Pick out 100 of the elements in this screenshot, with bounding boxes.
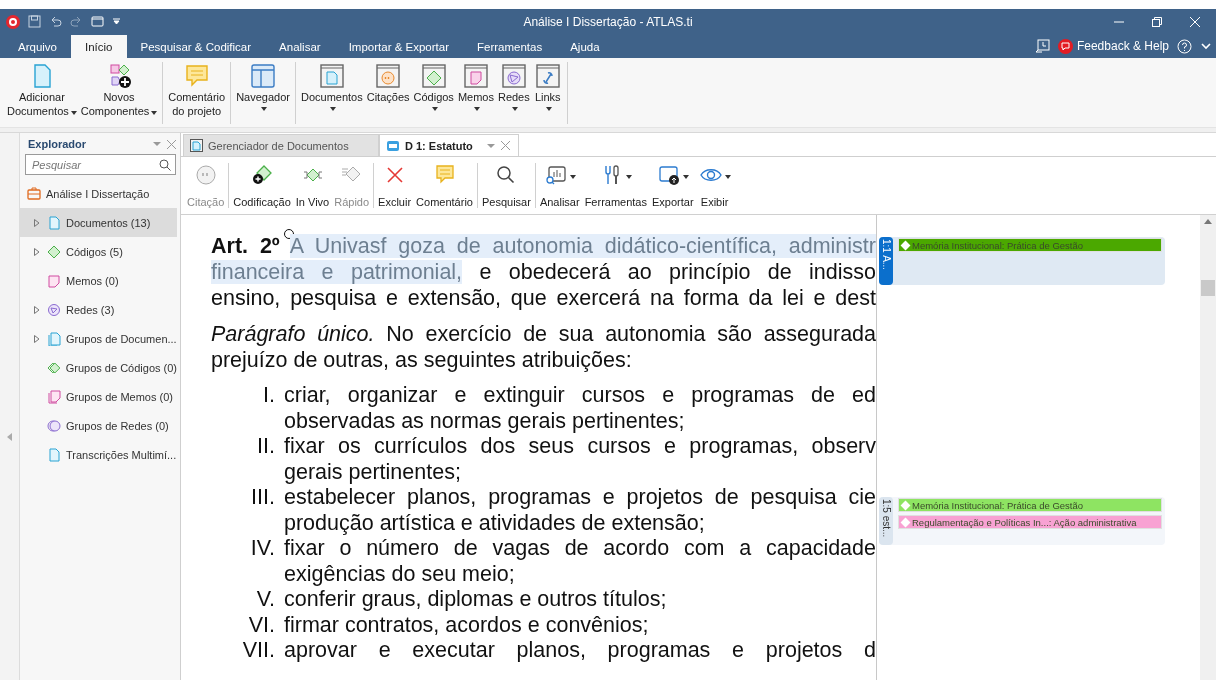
code-tag[interactable]: Regulamentação e Políticas In...: Ação administrativa [898,515,1162,529]
window-icon[interactable] [91,15,104,28]
toolbar-button[interactable]: Analisar [538,163,581,208]
list-numeral: V. [255,587,275,613]
customize-icon[interactable] [112,17,121,26]
toolbar-button[interactable]: Exportar [651,163,695,208]
diamond-icon [47,244,61,259]
menu-tab[interactable]: Início [71,35,127,58]
scrollbar[interactable] [1200,215,1216,680]
text-line: estabelecer planos, programas e projetos de pesquisa cie [284,485,876,511]
quotation-label: 1:5 est... [879,497,893,545]
expand-icon[interactable] [34,247,40,256]
text-line: conferir graus, diplomas e outros títulos; [284,587,668,613]
panel-title: Explorador [28,138,88,150]
chart-search-icon [543,163,568,187]
text-line: prejuízo de outras, as seguintes atribuições: [211,347,633,373]
caret-icon [545,107,552,111]
text-line: aprovar e executar planos, programas e projetos d [284,638,876,664]
history-icon[interactable] [1034,38,1050,54]
ribbon-button[interactable]: Citações [365,62,411,124]
ribbon-button[interactable]: Documentos [299,62,364,124]
list-numeral: VI. [247,612,275,638]
ribbon-button[interactable]: Links [532,62,563,124]
quotation-label: 1:1 A... [879,237,893,285]
close-icon[interactable] [167,139,176,149]
speech-bubble-icon [1057,38,1073,54]
tree-item[interactable]: Documentos (13) [20,208,177,237]
dropdown-icon[interactable] [153,140,161,148]
text-line: fixar os currículos dos seus cursos e programas, observ [284,434,876,460]
caret-icon [682,174,689,179]
list-numeral: II. [256,434,275,460]
tree-item[interactable]: Memos (0) [20,266,177,295]
ribbon-button[interactable]: Códigos [412,62,455,124]
caret-icon [511,107,518,111]
quotes-icon [374,62,403,90]
help-icon[interactable] [1177,38,1192,54]
toolbar-button[interactable]: Pesquisar [480,163,532,208]
feedback-help-button[interactable]: Feedback & Help [1057,38,1169,54]
app-logo-icon [6,14,20,29]
search-field[interactable]: Pesquisar [25,154,176,175]
restore-icon[interactable] [1152,16,1162,27]
tree-item[interactable]: Grupos de Memos (0) [20,382,177,411]
expand-icon[interactable] [34,305,40,314]
text-line: Parágrafo único. No exercício de sua autonomia são assegurada [211,321,876,347]
briefcase-icon [27,187,41,200]
ribbon-button[interactable]: Memos [456,62,495,124]
search-input[interactable]: Pesquisar [30,157,159,172]
tree-item[interactable]: Grupos de Redes (0) [20,411,177,440]
menu-tab[interactable]: Importar & Exportar [334,35,463,58]
menu-tab[interactable]: Pesquisar & Codificar [126,35,266,58]
menu-tab[interactable]: Analisar [265,35,335,58]
toolbar-button[interactable]: Comentário [415,163,474,208]
menu-tab[interactable]: Ferramentas [463,35,557,58]
code-tag[interactable]: Memória Institucional: Prática de Gestão [898,498,1162,512]
tree-item[interactable]: Grupos de Documen... [20,324,177,353]
ribbon-button[interactable]: Navegador [235,62,291,124]
link-icon [533,62,562,90]
text-line: ensino, pesquisa e extensão, que exercerá na forma da lei e dest [211,285,876,311]
menu-tab[interactable]: Arquivo [4,35,71,58]
caret-icon [151,110,158,115]
ribbon-button[interactable]: Redes [496,62,531,124]
text-line: exigências do seu meio; [284,561,516,587]
dropdown-icon[interactable] [487,141,495,150]
documents-icon [47,331,61,346]
chevron-down-icon[interactable] [1200,40,1212,52]
toolbar-button[interactable]: Ferramentas [583,163,648,208]
scroll-thumb[interactable] [1201,280,1215,296]
project-name: Análise I Dissertação [46,187,150,200]
menu-tab[interactable]: Ajuda [556,35,614,58]
expand-icon[interactable] [34,334,40,343]
close-icon[interactable] [501,141,510,150]
toolbar-button[interactable]: Excluir [377,163,413,208]
document-tab[interactable]: Gerenciador de Documentos [183,134,379,156]
document-icon [47,447,61,462]
document-tab[interactable]: D 1: Estatuto [379,134,519,156]
ribbon-button[interactable]: Comentário do projeto [167,62,227,124]
save-icon[interactable] [28,15,41,28]
toolbar-button[interactable]: Exibir [697,163,732,208]
toolbar-button[interactable]: In Vivo [294,163,331,208]
caret-icon [473,107,480,111]
tree-item[interactable]: Redes (3) [20,295,177,324]
ribbon-button[interactable]: Novos Componentes [79,62,159,124]
tree-item[interactable]: Grupos de Códigos (0) [20,353,177,382]
redo-icon[interactable] [70,15,83,28]
quotation-card[interactable]: 1:5 est... Memória Institucional: Prática de Gestão Regulamentação e Políticas In...: Ação administrativa [879,497,1165,545]
text-line: observadas as normas gerais pertinentes; [284,408,686,434]
caret-icon [431,107,438,111]
network-icon [47,302,61,317]
text-line: firmar contratos, acordos e convênios; [284,612,650,638]
quote-icon [193,163,218,187]
text-line: gerais pertinentes; [284,459,462,485]
tree-item[interactable]: Transcrições Multimí... [20,440,177,469]
expand-icon[interactable] [34,218,40,227]
quotation-card[interactable]: 1:1 A... Memória Institucional: Prática de Gestão [879,237,1165,285]
undo-icon[interactable] [49,15,62,28]
layout-icon [249,62,278,90]
scroll-up-icon[interactable] [1204,219,1212,224]
toolbar-button[interactable]: Codificação [232,163,292,208]
tree-item[interactable]: Códigos (5) [20,237,177,266]
ribbon-button[interactable]: Adicionar Documentos [6,62,78,124]
